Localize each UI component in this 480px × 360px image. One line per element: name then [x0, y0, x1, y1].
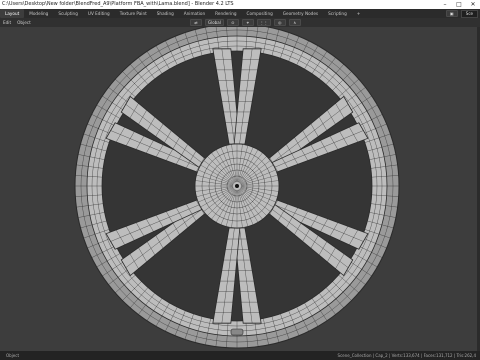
workspace-tab[interactable]: Layout [0, 9, 25, 18]
workspace-tab[interactable]: UV Editing [83, 9, 115, 18]
3d-viewport[interactable] [0, 27, 480, 351]
scene-selector[interactable]: Sce [460, 9, 478, 18]
workspace-tab[interactable]: Rendering [210, 9, 241, 18]
maximize-icon[interactable]: □ [452, 0, 466, 9]
workspace-tab[interactable]: Geometry Nodes [278, 9, 323, 18]
workspace-tab[interactable]: Modeling [24, 9, 53, 18]
orientation-icon[interactable]: ⇄ [190, 19, 202, 26]
workspace-tab[interactable]: Texture Paint [115, 9, 152, 18]
workspace-tab[interactable]: + [352, 9, 366, 18]
snap-options-icon[interactable]: ⋮⋮ [256, 19, 271, 26]
window-title-bar: C:\Users\Desktop\New folder\BlendFred_A9… [0, 0, 480, 9]
workspace-tab[interactable]: Compositing [242, 9, 278, 18]
menu-object[interactable]: Object [14, 20, 34, 25]
snap-icon[interactable]: ⌖ [241, 19, 254, 26]
workspace-tab[interactable]: Scripting [323, 9, 352, 18]
top-right-controls: ▣ Sce [445, 9, 480, 18]
workspace-tab[interactable]: Shading [152, 9, 179, 18]
minimize-icon[interactable]: – [438, 0, 452, 9]
falloff-icon[interactable]: ∧ [288, 19, 301, 26]
viewport-toolbar: ⇄ Global ⊙ ⌖ ⋮⋮ ◎ ∧ [190, 18, 301, 27]
workspace-tab[interactable]: Animation [179, 9, 210, 18]
window-title: C:\Users\Desktop\New folder\BlendFred_A9… [2, 1, 234, 7]
scene-icon[interactable]: ▣ [445, 10, 458, 17]
workspace-tabs: Layout Modeling Sculpting UV Editing Texture… [0, 9, 480, 18]
workspace-tab[interactable]: Sculpting [53, 9, 83, 18]
pivot-icon[interactable]: ⊙ [226, 19, 239, 26]
proportional-edit-icon[interactable]: ◎ [273, 19, 286, 26]
valve-stem [230, 328, 244, 336]
status-stats: Scene_Collection | Cap_2 | Verts:133,674… [337, 353, 476, 358]
status-bar: Object Scene_Collection | Cap_2 | Verts:… [0, 351, 480, 360]
menu-edit[interactable]: Edit [0, 20, 14, 25]
status-left: Object [6, 353, 20, 358]
hub-center [235, 184, 239, 188]
transform-orientation-dropdown[interactable]: Global [205, 19, 224, 26]
close-icon[interactable]: ✕ [466, 0, 480, 9]
wheel-mesh [74, 27, 400, 349]
